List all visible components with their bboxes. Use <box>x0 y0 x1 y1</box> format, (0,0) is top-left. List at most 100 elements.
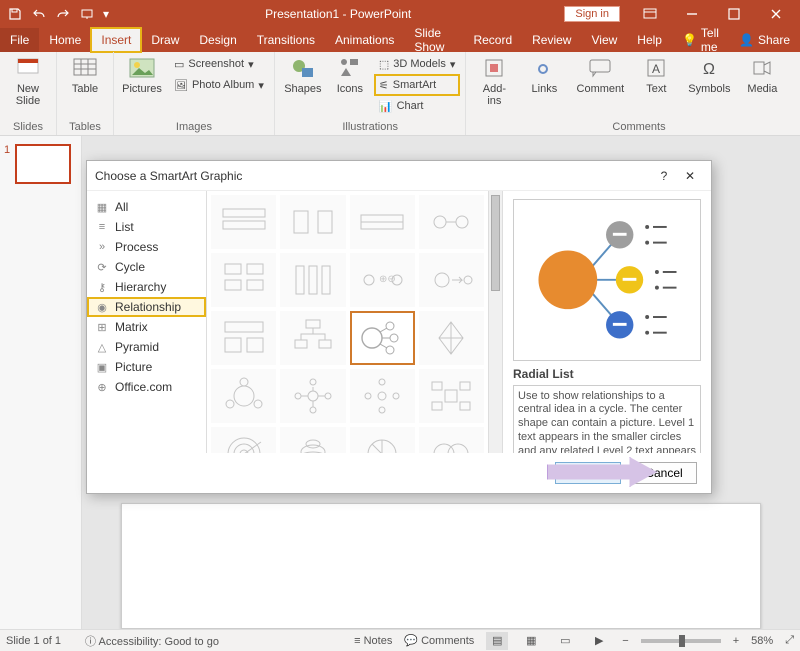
cat-label: Office.com <box>115 380 172 394</box>
notes-toggle[interactable]: ≡ Notes <box>354 635 392 647</box>
gallery-item[interactable] <box>280 311 345 365</box>
tab-review[interactable]: Review <box>522 28 581 52</box>
gallery-item[interactable] <box>419 195 484 249</box>
addins-button[interactable]: Add- ins <box>472 54 516 107</box>
zoom-slider[interactable] <box>641 639 721 643</box>
tab-record[interactable]: Record <box>463 28 522 52</box>
gallery-item[interactable] <box>280 195 345 249</box>
cat-hierarchy[interactable]: ⚷Hierarchy <box>87 277 206 297</box>
symbols-button[interactable]: ΩSymbols <box>684 54 734 96</box>
cat-relationship[interactable]: ◉Relationship <box>87 297 206 317</box>
tab-slideshow[interactable]: Slide Show <box>404 28 463 52</box>
tab-draw[interactable]: Draw <box>141 28 189 52</box>
dialog-help-icon[interactable]: ? <box>651 169 677 183</box>
3d-models-button[interactable]: ⬚3D Models▾ <box>375 54 460 74</box>
view-sorter-icon[interactable]: ▦ <box>520 632 542 650</box>
smartart-button[interactable]: ⚟SmartArt <box>375 75 460 95</box>
gallery-item[interactable] <box>211 253 276 307</box>
cat-pyramid[interactable]: △Pyramid <box>87 337 206 357</box>
cat-list[interactable]: ≡List <box>87 217 206 237</box>
tab-file[interactable]: File <box>0 28 39 52</box>
text-label: Text <box>646 84 666 96</box>
gallery-item[interactable] <box>350 195 415 249</box>
dialog-titlebar: Choose a SmartArt Graphic ? ✕ <box>87 161 711 191</box>
shapes-icon <box>288 54 318 82</box>
cat-cycle[interactable]: ⟳Cycle <box>87 257 206 277</box>
gallery-item[interactable] <box>419 253 484 307</box>
links-button[interactable]: Links <box>522 54 566 96</box>
fit-to-window-icon[interactable]: ⤢ <box>785 634 794 647</box>
sign-in-button[interactable]: Sign in <box>564 6 620 22</box>
chart-button[interactable]: 📊Chart <box>375 96 460 116</box>
pictures-label: Pictures <box>122 84 162 96</box>
gallery-item[interactable] <box>419 311 484 365</box>
tell-me[interactable]: 💡Tell me <box>672 28 729 52</box>
table-button[interactable]: Table <box>63 54 107 96</box>
cat-all[interactable]: ▦All <box>87 197 206 217</box>
dialog-close-icon[interactable]: ✕ <box>677 169 703 183</box>
zoom-level[interactable]: 58% <box>751 635 773 647</box>
gallery-item[interactable] <box>211 311 276 365</box>
photo-album-button[interactable]: 🖼Photo Album▾ <box>170 75 268 95</box>
tab-help[interactable]: Help <box>627 28 672 52</box>
gallery-item[interactable] <box>280 253 345 307</box>
gallery-item[interactable] <box>350 369 415 423</box>
view-normal-icon[interactable]: ▤ <box>486 632 508 650</box>
cat-process[interactable]: »Process <box>87 237 206 257</box>
tab-transitions[interactable]: Transitions <box>247 28 325 52</box>
gallery-item[interactable]: ⊕⊖ <box>350 253 415 307</box>
title-bar: ▾ Presentation1 - PowerPoint Sign in <box>0 0 800 28</box>
comment-button[interactable]: Comment <box>572 54 628 96</box>
tab-design[interactable]: Design <box>189 28 246 52</box>
tab-home[interactable]: Home <box>39 28 91 52</box>
pictures-button[interactable]: Pictures <box>120 54 164 96</box>
gallery-item[interactable] <box>419 427 484 453</box>
undo-icon[interactable] <box>28 3 50 25</box>
gallery-item[interactable] <box>211 427 276 453</box>
redo-icon[interactable] <box>52 3 74 25</box>
view-slideshow-icon[interactable]: ▶ <box>588 632 610 650</box>
close-icon[interactable] <box>758 2 794 26</box>
gallery-item[interactable] <box>211 369 276 423</box>
cat-matrix[interactable]: ⊞Matrix <box>87 317 206 337</box>
globe-icon: ⊕ <box>95 380 109 394</box>
zoom-out-icon[interactable]: − <box>622 635 628 647</box>
slide-thumb-1[interactable] <box>15 144 71 184</box>
start-from-beginning-icon[interactable] <box>76 3 98 25</box>
gallery-item-selected[interactable] <box>350 311 415 365</box>
shapes-button[interactable]: Shapes <box>281 54 325 96</box>
view-reading-icon[interactable]: ▭ <box>554 632 576 650</box>
slide-canvas[interactable] <box>121 503 761 629</box>
gallery-item[interactable] <box>350 427 415 453</box>
cat-label: Cycle <box>115 260 145 274</box>
gallery-item[interactable] <box>211 195 276 249</box>
qat-customize-icon[interactable]: ▾ <box>100 3 112 25</box>
comments-toggle[interactable]: 💬 Comments <box>404 634 474 647</box>
new-slide-button[interactable]: New Slide <box>6 54 50 107</box>
gallery-item[interactable] <box>280 369 345 423</box>
cat-picture[interactable]: ▣Picture <box>87 357 206 377</box>
save-icon[interactable] <box>4 3 26 25</box>
scrollbar-thumb[interactable] <box>491 195 500 291</box>
group-tables: Table Tables <box>57 52 114 135</box>
cube-icon: ⬚ <box>379 58 389 71</box>
maximize-icon[interactable] <box>716 2 752 26</box>
text-button[interactable]: AText <box>634 54 678 96</box>
screenshot-button[interactable]: ▭Screenshot▾ <box>170 54 268 74</box>
cat-office[interactable]: ⊕ Office.com <box>87 377 206 397</box>
accessibility-label: Accessibility: Good to go <box>99 636 219 648</box>
zoom-knob[interactable] <box>679 635 685 647</box>
tab-view[interactable]: View <box>581 28 627 52</box>
tab-animations[interactable]: Animations <box>325 28 404 52</box>
tab-insert[interactable]: Insert <box>91 28 141 52</box>
minimize-icon[interactable] <box>674 2 710 26</box>
icons-button[interactable]: Icons <box>331 54 369 96</box>
ribbon-options-icon[interactable] <box>632 2 668 26</box>
gallery-item[interactable] <box>280 427 345 453</box>
share-button[interactable]: 👤Share <box>729 28 800 52</box>
gallery-item[interactable] <box>419 369 484 423</box>
media-button[interactable]: Media <box>740 54 784 96</box>
accessibility-status[interactable]: ⓘ Accessibility: Good to go <box>85 633 219 649</box>
zoom-in-icon[interactable]: + <box>733 635 739 647</box>
gallery-scrollbar[interactable] <box>488 191 502 453</box>
